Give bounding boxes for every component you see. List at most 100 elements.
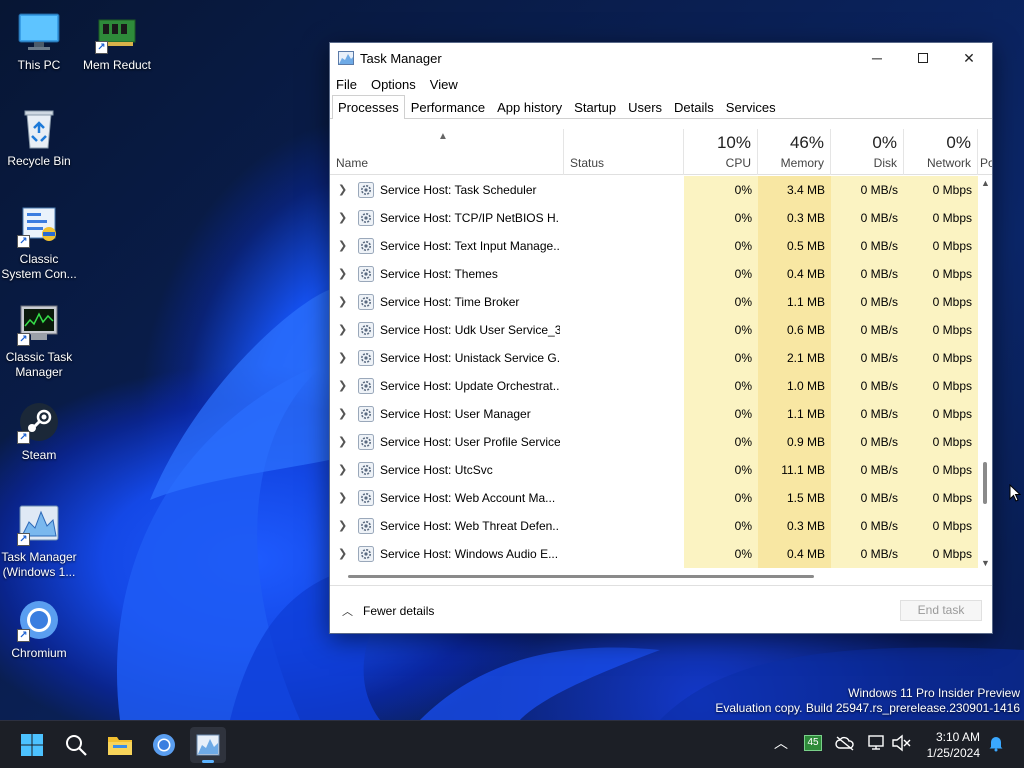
- task-manager-window[interactable]: Task Manager ─ ✕ File Options View Proce…: [329, 42, 993, 634]
- column-name[interactable]: ▲ Name: [330, 129, 564, 175]
- desktop-icon-label: Chromium: [11, 646, 67, 660]
- disk-cell: 0 MB/s: [831, 288, 904, 316]
- scroll-up-icon[interactable]: ▲: [981, 178, 990, 188]
- table-row[interactable]: 0% 0.4 MB 0 MB/s 0 Mbps ❯ Service Host: Windo…: [330, 540, 978, 568]
- chevron-right-icon[interactable]: ❯: [338, 435, 348, 448]
- table-row[interactable]: 0% 0.6 MB 0 MB/s 0 Mbps ❯ Service Host: Udk U…: [330, 316, 978, 344]
- chevron-right-icon[interactable]: ❯: [338, 547, 348, 560]
- column-disk[interactable]: 0% Disk: [831, 129, 904, 175]
- onedrive-button[interactable]: [835, 733, 855, 753]
- chevron-right-icon[interactable]: ❯: [338, 379, 348, 392]
- column-cpu[interactable]: 10% CPU: [684, 129, 758, 175]
- desktop-icon-task-manager[interactable]: ↗ Task Manager (Windows 1...: [0, 502, 78, 580]
- desktop-icon-this-pc[interactable]: This PC: [0, 10, 78, 73]
- close-button[interactable]: ✕: [946, 43, 992, 73]
- desktop-icon-recycle-bin[interactable]: Recycle Bin: [0, 106, 78, 169]
- tab-details[interactable]: Details: [668, 95, 720, 119]
- chevron-right-icon[interactable]: ❯: [338, 239, 348, 252]
- gear-icon: [358, 238, 374, 254]
- tab-processes[interactable]: Processes: [332, 95, 405, 119]
- network-cell: 0 Mbps: [904, 344, 978, 372]
- cloud-off-icon: [835, 736, 854, 751]
- desktop-icon-classic-system-control[interactable]: ↗ Classic System Con...: [0, 204, 78, 282]
- scroll-thumb[interactable]: [983, 462, 987, 504]
- network-button[interactable]: [867, 733, 887, 753]
- process-name: Service Host: Time Broker: [380, 295, 520, 309]
- table-row[interactable]: 0% 0.3 MB 0 MB/s 0 Mbps ❯ Service Host: TCP/I…: [330, 204, 978, 232]
- table-row[interactable]: 0% 0.9 MB 0 MB/s 0 Mbps ❯ Service Host: User …: [330, 428, 978, 456]
- menu-file[interactable]: File: [336, 77, 357, 92]
- table-row[interactable]: 0% 1.1 MB 0 MB/s 0 Mbps ❯ Service Host: Time …: [330, 288, 978, 316]
- file-explorer-button[interactable]: [102, 727, 138, 763]
- network-cell: 0 Mbps: [904, 540, 978, 568]
- chevron-right-icon[interactable]: ❯: [338, 323, 348, 336]
- chromium-icon: [153, 734, 175, 756]
- tab-users[interactable]: Users: [622, 95, 668, 119]
- menu-options[interactable]: Options: [371, 77, 416, 92]
- table-row[interactable]: 0% 1.0 MB 0 MB/s 0 Mbps ❯ Service Host: Updat…: [330, 372, 978, 400]
- chevron-right-icon[interactable]: ❯: [338, 407, 348, 420]
- network-cell: 0 Mbps: [904, 512, 978, 540]
- title-bar[interactable]: Task Manager ─ ✕: [330, 43, 992, 73]
- table-row[interactable]: 0% 11.1 MB 0 MB/s 0 Mbps ❯ Service Host: UtcS…: [330, 456, 978, 484]
- chevron-right-icon[interactable]: ❯: [338, 491, 348, 504]
- network-cell: 0 Mbps: [904, 484, 978, 512]
- chevron-right-icon[interactable]: ❯: [338, 351, 348, 364]
- notifications-button[interactable]: [986, 733, 1006, 753]
- tab-startup[interactable]: Startup: [568, 95, 622, 119]
- chromium-taskbar-button[interactable]: [146, 727, 182, 763]
- column-network[interactable]: 0% Network: [904, 129, 978, 175]
- minimize-button[interactable]: ─: [854, 43, 900, 73]
- menu-view[interactable]: View: [430, 77, 458, 92]
- tab-app-history[interactable]: App history: [491, 95, 568, 119]
- start-button[interactable]: [14, 727, 50, 763]
- chevron-right-icon[interactable]: ❯: [338, 183, 348, 196]
- chevron-right-icon[interactable]: ❯: [338, 463, 348, 476]
- task-manager-taskbar-button[interactable]: [190, 727, 226, 763]
- clock[interactable]: 3:10 AM 1/25/2024: [927, 729, 980, 761]
- maximize-button[interactable]: [900, 43, 946, 73]
- tab-services[interactable]: Services: [720, 95, 782, 119]
- vertical-scrollbar[interactable]: ▲ ▼: [979, 176, 992, 570]
- desktop-icon-steam[interactable]: ↗ Steam: [0, 400, 78, 463]
- table-row[interactable]: 0% 0.5 MB 0 MB/s 0 Mbps ❯ Service Host: Text …: [330, 232, 978, 260]
- column-power[interactable]: Po: [978, 129, 992, 175]
- gear-icon: [358, 406, 374, 422]
- scroll-down-icon[interactable]: ▼: [981, 558, 990, 568]
- desktop-icon-mem-reduct[interactable]: ↗ Mem Reduct: [78, 10, 156, 73]
- desktop-icon-chromium[interactable]: ↗ Chromium: [0, 598, 78, 661]
- show-hidden-icons-button[interactable]: ︿: [771, 733, 791, 753]
- column-status[interactable]: Status: [564, 129, 684, 175]
- horizontal-scrollbar[interactable]: [330, 570, 992, 582]
- desktop-icon-classic-task-manager[interactable]: ↗ Classic Task Manager: [0, 302, 78, 380]
- table-row[interactable]: 0% 3.4 MB 0 MB/s 0 Mbps ❯ Service Host: Task …: [330, 176, 978, 204]
- tray-app-button[interactable]: 45: [803, 733, 823, 753]
- chevron-right-icon[interactable]: ❯: [338, 267, 348, 280]
- hscroll-thumb[interactable]: [348, 575, 814, 578]
- chevron-right-icon[interactable]: ❯: [338, 295, 348, 308]
- tab-performance[interactable]: Performance: [405, 95, 491, 119]
- gear-icon: [358, 378, 374, 394]
- table-row[interactable]: 0% 1.5 MB 0 MB/s 0 Mbps ❯ Service Host: Web A…: [330, 484, 978, 512]
- memory-cell: 1.5 MB: [758, 484, 831, 512]
- search-button[interactable]: [58, 727, 94, 763]
- gear-icon: [358, 210, 374, 226]
- fewer-details-button[interactable]: ︿ Fewer details: [342, 603, 434, 619]
- disk-cell: 0 MB/s: [831, 316, 904, 344]
- memory-cell: 11.1 MB: [758, 456, 831, 484]
- classic-task-manager-icon: ↗: [17, 302, 61, 346]
- end-task-button[interactable]: End task: [900, 600, 982, 621]
- desktop-icon-label: Recycle Bin: [7, 154, 71, 168]
- column-memory[interactable]: 46% Memory: [758, 129, 831, 175]
- table-row[interactable]: 0% 0.3 MB 0 MB/s 0 Mbps ❯ Service Host: Web T…: [330, 512, 978, 540]
- column-header: ▲ Name Status 10% CPU 46% Memory 0% Disk…: [330, 129, 992, 175]
- chevron-right-icon[interactable]: ❯: [338, 211, 348, 224]
- windows-logo-icon: [21, 734, 43, 756]
- memory-cell: 1.1 MB: [758, 400, 831, 428]
- volume-button[interactable]: [891, 733, 911, 753]
- table-row[interactable]: 0% 2.1 MB 0 MB/s 0 Mbps ❯ Service Host: Unist…: [330, 344, 978, 372]
- table-row[interactable]: 0% 0.4 MB 0 MB/s 0 Mbps ❯ Service Host: Theme…: [330, 260, 978, 288]
- table-row[interactable]: 0% 1.1 MB 0 MB/s 0 Mbps ❯ Service Host: User …: [330, 400, 978, 428]
- chevron-right-icon[interactable]: ❯: [338, 519, 348, 532]
- memory-cell: 0.3 MB: [758, 512, 831, 540]
